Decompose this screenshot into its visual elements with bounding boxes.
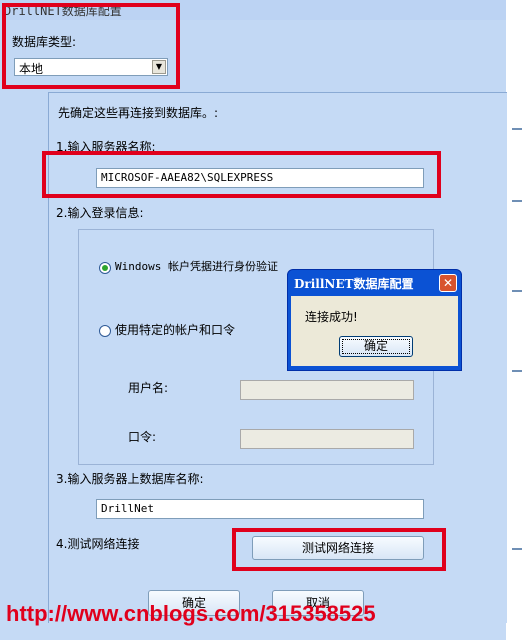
specific-auth-radio[interactable] <box>99 325 111 337</box>
database-name-input[interactable]: DrillNet <box>96 499 424 519</box>
close-icon[interactable]: ✕ <box>439 274 457 292</box>
username-input[interactable] <box>240 380 414 400</box>
windows-auth-radio[interactable] <box>99 262 111 274</box>
right-edge-strip <box>506 0 524 640</box>
edge-tick <box>512 290 522 292</box>
success-dialog: DrillNET数据库配置 ✕ 连接成功! 确定 <box>287 269 462 371</box>
highlight-frame-db-type <box>2 3 180 89</box>
windows-auth-label: Windows 帐户凭据进行身份验证 <box>115 260 278 273</box>
edge-tick <box>512 548 522 550</box>
edge-tick <box>512 370 522 372</box>
highlight-frame-test-button <box>232 528 446 571</box>
watermark-url: http://www.cnblogs.com/315358525 <box>6 601 376 626</box>
specific-auth-label: 使用特定的帐户和口令 <box>115 323 236 337</box>
password-input[interactable] <box>240 429 414 449</box>
highlight-frame-server-name <box>42 151 441 198</box>
dialog-title: DrillNET数据库配置 <box>294 277 414 291</box>
step4-label: 4.测试网络连接 <box>56 537 140 551</box>
edge-tick <box>512 128 522 130</box>
password-label: 口令: <box>128 430 157 444</box>
intro-text: 先确定这些再连接到数据库。: <box>58 106 219 120</box>
step2-label: 2.输入登录信息: <box>56 206 144 220</box>
radio-selected-dot <box>102 265 108 271</box>
username-label: 用户名: <box>128 381 169 395</box>
dialog-ok-button[interactable]: 确定 <box>339 336 413 357</box>
dialog-body: 连接成功! 确定 <box>291 296 458 366</box>
dialog-message: 连接成功! <box>305 310 358 324</box>
edge-tick <box>512 200 522 202</box>
step3-label: 3.输入服务器上数据库名称: <box>56 472 204 486</box>
